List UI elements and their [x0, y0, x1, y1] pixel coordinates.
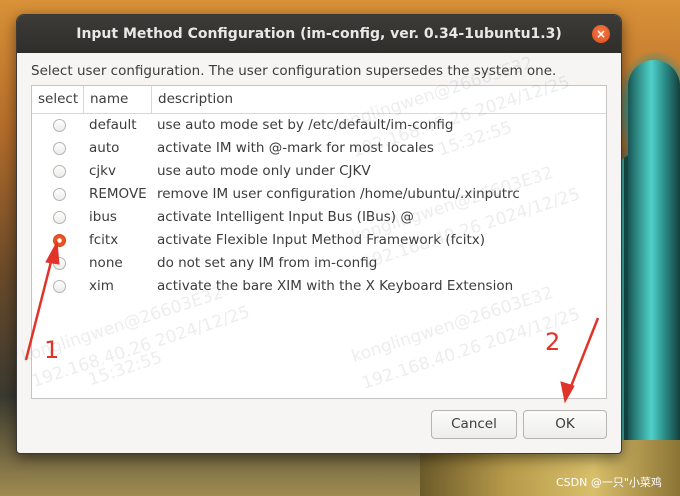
- radio-button-xim[interactable]: [53, 280, 66, 293]
- close-button[interactable]: ×: [592, 25, 610, 43]
- close-icon: ×: [595, 27, 607, 41]
- item-description: activate the bare XIM with the X Keyboar…: [157, 278, 514, 294]
- ok-button[interactable]: OK: [523, 410, 607, 439]
- list-item[interactable]: default use auto mode set by /etc/default…: [32, 114, 606, 137]
- window-title: Input Method Configuration (im-config, v…: [76, 26, 562, 42]
- item-description: activate Flexible Input Method Framework…: [157, 232, 486, 248]
- item-name: fcitx: [89, 232, 119, 248]
- column-header-name[interactable]: name: [84, 86, 152, 113]
- list-item[interactable]: auto activate IM with @-mark for most loc…: [32, 137, 606, 160]
- list-rows: default use auto mode set by /etc/default…: [32, 114, 606, 298]
- column-header-select[interactable]: select: [32, 86, 84, 113]
- list-item[interactable]: xim activate the bare XIM with the X Keyb…: [32, 275, 606, 298]
- annotation-step-1: 1: [44, 336, 60, 364]
- csdn-watermark: CSDN @一只"小菜鸡: [556, 476, 662, 489]
- item-name: none: [89, 255, 123, 271]
- item-name: auto: [89, 140, 120, 156]
- wallpaper-tower: [628, 60, 680, 496]
- item-name: default: [89, 117, 137, 133]
- item-name: cjkv: [89, 163, 116, 179]
- list-item[interactable]: fcitx activate Flexible Input Method Fram…: [32, 229, 606, 252]
- radio-button-fcitx[interactable]: [53, 234, 66, 247]
- list-header: select name description: [32, 86, 606, 114]
- item-description: use auto mode set by /etc/default/im-con…: [157, 117, 454, 133]
- radio-button-none[interactable]: [53, 257, 66, 270]
- item-description: remove IM user configuration /home/ubunt…: [157, 186, 520, 202]
- im-config-dialog: Input Method Configuration (im-config, v…: [16, 14, 622, 454]
- item-name: ibus: [89, 209, 117, 225]
- item-description: use auto mode only under CJKV: [157, 163, 371, 179]
- item-description: activate Intelligent Input Bus (IBus) @: [157, 209, 414, 225]
- item-name: REMOVE: [89, 186, 147, 202]
- list-item[interactable]: ibus activate Intelligent Input Bus (IBus…: [32, 206, 606, 229]
- title-bar[interactable]: Input Method Configuration (im-config, v…: [17, 15, 621, 53]
- item-description: do not set any IM from im-config: [157, 255, 378, 271]
- column-header-description[interactable]: description: [152, 86, 606, 113]
- list-item[interactable]: cjkv use auto mode only under CJKV: [32, 160, 606, 183]
- prompt-text: Select user configuration. The user conf…: [31, 63, 557, 79]
- cancel-button[interactable]: Cancel: [431, 410, 517, 439]
- radio-button-cjkv[interactable]: [53, 165, 66, 178]
- list-item[interactable]: REMOVE remove IM user configuration /home…: [32, 183, 606, 206]
- radio-button-auto[interactable]: [53, 142, 66, 155]
- annotation-step-2: 2: [545, 328, 561, 356]
- list-item[interactable]: none do not set any IM from im-config: [32, 252, 606, 275]
- item-description: activate IM with @-mark for most locales: [157, 140, 434, 156]
- item-name: xim: [89, 278, 114, 294]
- configuration-list[interactable]: select name description default use auto …: [31, 85, 607, 399]
- radio-button-ibus[interactable]: [53, 211, 66, 224]
- radio-button-remove[interactable]: [53, 188, 66, 201]
- radio-button-default[interactable]: [53, 119, 66, 132]
